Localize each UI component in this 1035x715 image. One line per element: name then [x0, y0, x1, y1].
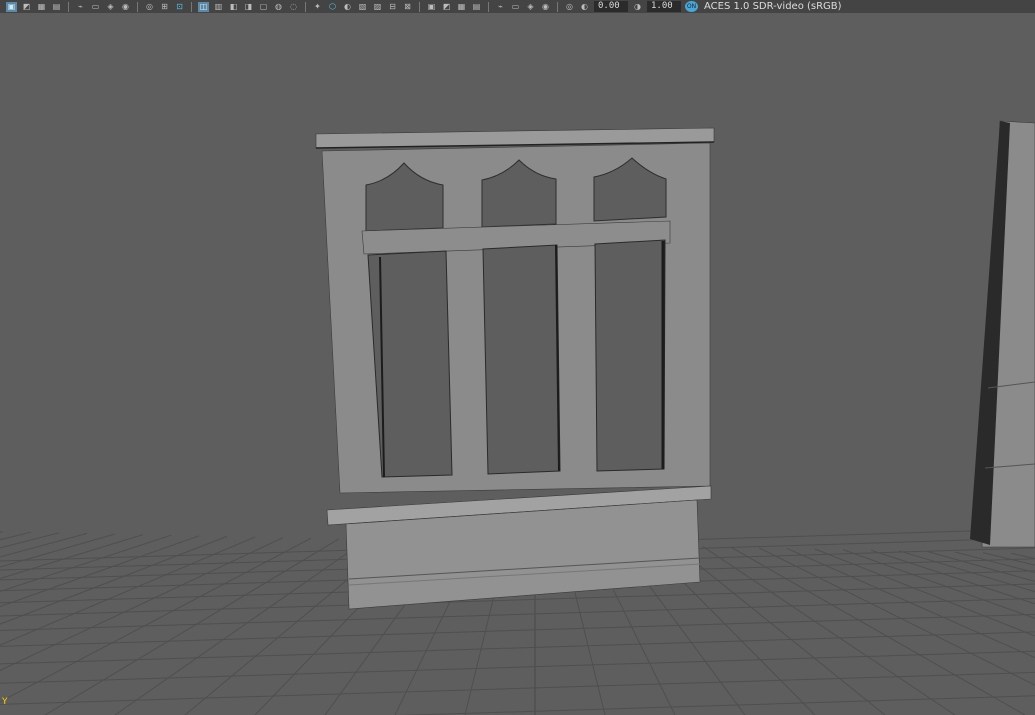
exposure-field[interactable]: 0.00 [594, 1, 628, 12]
toolbar-separator [488, 1, 489, 12]
grid-line [44, 538, 340, 715]
grid-line [0, 650, 1035, 684]
lower-pane-middle [482, 244, 561, 475]
toolbar-icon-group: ▣ ◩ ▦ ▤ ⌁ ▭ ◈ ◉ ◎ ⊞ ⊡ ◫ ▥ ◧ ◨ ▢ ◍ ◌ ✦ ⬡ ◐ ▧ ▨ ⊟ ⊠ ▣ ◩ ▦ ▤ ⌁ ▭ ◈ ◉ ◎ [6, 1, 575, 12]
grid-line [0, 671, 1035, 705]
lower-pane-right [594, 239, 666, 472]
axis-indicator-y: Y [2, 697, 8, 707]
colorspace-label[interactable]: ACES 1.0 SDR-video (sRGB) [702, 1, 842, 13]
shadows-icon[interactable]: ⊠ [402, 2, 413, 12]
grid-line [0, 631, 1035, 665]
paint-icon[interactable]: ▦ [36, 2, 47, 12]
safe-action-icon[interactable]: ◍ [273, 2, 284, 12]
bookmark-camera-icon[interactable]: ◈ [105, 2, 116, 12]
grid-line [702, 546, 956, 715]
wire-icon[interactable]: ▤ [51, 2, 62, 12]
wireframe-icon[interactable]: ✦ [312, 2, 323, 12]
lasso-icon[interactable]: ◩ [21, 2, 32, 12]
backface-icon[interactable]: ◉ [540, 2, 551, 12]
safe-title-icon[interactable]: ◌ [288, 2, 299, 12]
resolution-gate-icon[interactable]: ◧ [228, 2, 239, 12]
camera-attr-icon[interactable]: ▭ [90, 2, 101, 12]
isolate-icon[interactable]: ⌁ [495, 2, 506, 12]
adjacent-model[interactable] [970, 120, 1035, 548]
grid-icon[interactable]: ◫ [198, 1, 209, 12]
field-chart-icon[interactable]: ▢ [258, 2, 269, 12]
toolbar-separator [137, 1, 138, 12]
grid-line [397, 695, 1035, 715]
toolbar-separator [305, 1, 306, 12]
toolbar-separator [191, 1, 192, 12]
grid-line [0, 613, 1035, 647]
grid-line [786, 547, 1035, 659]
use-lights-icon[interactable]: ⊟ [387, 2, 398, 12]
default-material-icon[interactable]: ◐ [342, 2, 353, 12]
grid-line [0, 597, 1035, 631]
motion-blur-icon[interactable]: ◩ [441, 2, 452, 12]
toolbar-separator [68, 1, 69, 12]
gamma-field[interactable]: 1.00 [647, 1, 681, 12]
toolbar-separator [419, 1, 420, 12]
grid-line [842, 549, 1035, 619]
grid-line [0, 534, 144, 579]
gate-mask-icon[interactable]: ◨ [243, 2, 254, 12]
window-model[interactable] [315, 127, 715, 610]
aa-icon[interactable]: ▦ [456, 2, 467, 12]
film-gate-icon[interactable]: ▥ [213, 2, 224, 12]
toolbar-separator [557, 1, 558, 12]
grid-line [674, 545, 886, 715]
exposure-icon[interactable]: ◎ [564, 2, 575, 12]
wireframe-on-shaded-icon[interactable]: ▧ [357, 2, 368, 12]
2d-pan-icon[interactable]: ⊞ [159, 2, 170, 12]
xray-joints-icon[interactable]: ▭ [510, 2, 521, 12]
grease-pencil-icon[interactable]: ⊡ [174, 2, 185, 12]
camera-icon[interactable]: ⌁ [75, 2, 86, 12]
viewport-toolbar: ▣ ◩ ▦ ▤ ⌁ ▭ ◈ ◉ ◎ ⊞ ⊡ ◫ ▥ ◧ ◨ ▢ ◍ ◌ ✦ ⬡ ◐ ▧ ▨ ⊟ ⊠ ▣ ◩ ▦ ▤ ⌁ ▭ ◈ ◉ ◎ ◐ 0.0… [0, 0, 1035, 13]
gamma-icon[interactable]: ◑ [632, 2, 643, 12]
smooth-shade-icon[interactable]: ⬡ [327, 2, 338, 12]
grid-line [982, 552, 1035, 566]
color-management-toggle[interactable]: ON [685, 1, 698, 12]
3d-viewport[interactable] [0, 13, 1035, 715]
xray-icon[interactable]: ▨ [372, 2, 383, 12]
xray-active-icon[interactable]: ◈ [525, 2, 536, 12]
viewport-canvas[interactable] [0, 13, 1035, 715]
select-icon[interactable]: ▣ [6, 1, 17, 12]
grid-line [758, 547, 1035, 686]
image-plane-icon[interactable]: ◎ [144, 2, 155, 12]
exposure-icon[interactable]: ◐ [579, 2, 590, 12]
dof-icon[interactable]: ▤ [471, 2, 482, 12]
bookmark-icon[interactable]: ◉ [120, 2, 131, 12]
ssao-icon[interactable]: ▣ [426, 2, 437, 12]
